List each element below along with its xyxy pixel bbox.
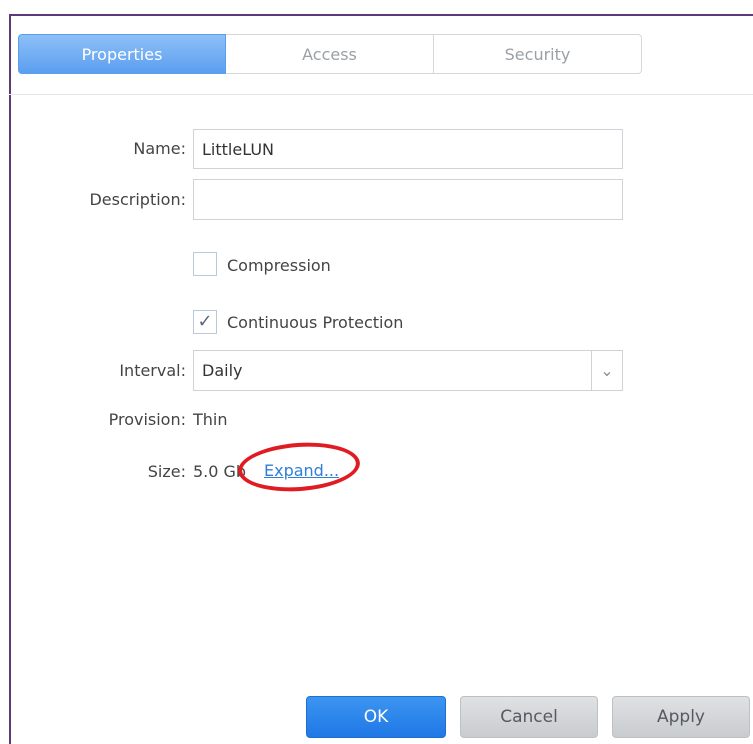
interval-label: Interval: xyxy=(119,361,186,380)
interval-select[interactable]: Daily ⌄ xyxy=(193,350,623,391)
tab-access[interactable]: Access xyxy=(226,34,434,74)
description-label: Description: xyxy=(89,190,186,209)
ok-button[interactable]: OK xyxy=(306,696,446,738)
provision-value: Thin xyxy=(193,410,228,429)
tab-security[interactable]: Security xyxy=(434,34,642,74)
chevron-down-icon[interactable]: ⌄ xyxy=(591,351,622,390)
tab-divider xyxy=(9,94,753,95)
continuous-protection-checkbox[interactable]: ✓ xyxy=(193,310,217,334)
tab-bar: Properties Access Security xyxy=(18,34,642,74)
provision-label: Provision: xyxy=(108,410,186,429)
continuous-protection-label: Continuous Protection xyxy=(227,313,404,332)
cancel-button[interactable]: Cancel xyxy=(460,696,598,738)
size-label: Size: xyxy=(147,462,186,481)
window-frame-top xyxy=(9,14,753,16)
checkmark-icon: ✓ xyxy=(197,311,213,332)
interval-selected-value: Daily xyxy=(202,361,243,380)
name-label: Name: xyxy=(133,139,186,158)
compression-checkbox[interactable] xyxy=(193,252,217,276)
name-input[interactable]: LittleLUN xyxy=(193,129,623,169)
description-input[interactable] xyxy=(193,179,623,220)
tab-properties[interactable]: Properties xyxy=(18,34,226,74)
apply-button[interactable]: Apply xyxy=(612,696,750,738)
highlight-circle xyxy=(236,438,362,496)
compression-label: Compression xyxy=(227,256,331,275)
